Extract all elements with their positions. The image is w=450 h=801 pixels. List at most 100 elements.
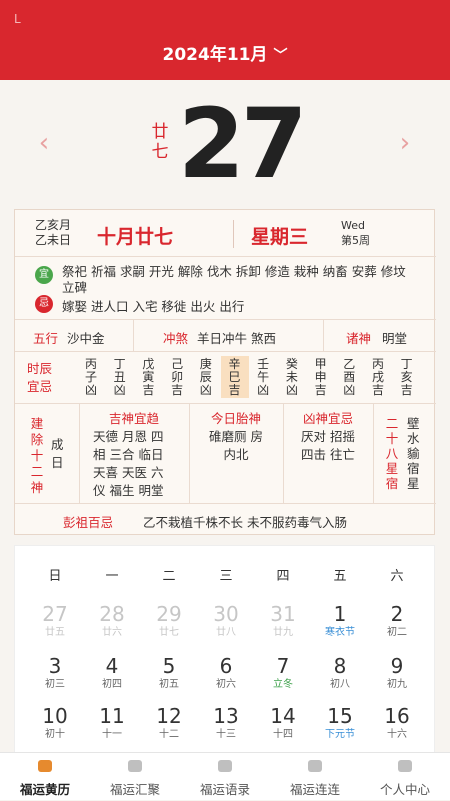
day-number: 16 [384, 704, 410, 728]
wuxing-label: 五行 [33, 331, 59, 346]
tab-5[interactable]: 个人中心 [360, 753, 450, 801]
calendar-day[interactable]: 29 廿七 [144, 602, 194, 640]
day-lunar-label: 十一 [102, 729, 122, 740]
shichen-hour: 庚辰凶 [192, 358, 220, 397]
calendar-day[interactable]: 30 廿八 [201, 602, 251, 640]
chevron-down-icon: ﹀ [273, 48, 288, 64]
lunar-date: 十月廿七 [97, 226, 174, 248]
day-number: 30 [213, 602, 239, 626]
ji-badge: 忌 [35, 295, 53, 313]
day-number: 8 [333, 654, 347, 678]
tab-2[interactable]: 福运汇聚 [90, 753, 180, 801]
shichen-row: 时辰 宜忌 丙子凶丁丑凶戊寅吉己卯吉庚辰凶辛巳吉壬午凶癸未凶甲申吉乙酉凶丙戌吉丁… [15, 352, 436, 404]
month-selector[interactable]: 2024年11月 ﹀ [0, 40, 450, 65]
shichen-label-line: 宜忌 [27, 379, 53, 394]
day-lunar-label: 廿九 [273, 627, 293, 638]
almanac-card: 乙亥月 乙未日 十月廿七 星期三 Wed 第5周 宜 祭祀 祈福 求嗣 开光 解… [14, 209, 436, 535]
calendar-day[interactable]: 5 初五 [144, 654, 194, 692]
prev-day-arrow-icon[interactable]: ‹ [33, 128, 55, 158]
yi-ji-row: 宜 祭祀 祈福 求嗣 开光 解除 伐木 拆卸 修造 栽种 纳畜 安葬 修坟 立碑… [15, 258, 436, 320]
day-lunar-label: 廿七 [159, 627, 179, 638]
shichen-hour-r: 吉 [171, 383, 184, 397]
calendar-day[interactable]: 6 初六 [201, 654, 251, 692]
calendar-day[interactable]: 2 初二 [372, 602, 422, 640]
big-day-number: 27 [178, 88, 308, 200]
jishen-line: 相 三合 临日 [93, 447, 164, 462]
weekday-en: Wed [341, 219, 365, 232]
chongsha-label: 冲煞 [163, 331, 189, 346]
xiongshen-list: 厌对 招摇 四击 往亡 [283, 428, 373, 464]
calendar-day[interactable]: 1 寒衣节 [315, 602, 365, 640]
jianchu-value: 成 日 [51, 436, 64, 472]
chongsha-value: 羊日冲牛 煞西 [197, 331, 276, 346]
bottom-tab-bar: 福运黄历 福运汇聚 福运语录 福运连连 个人中心 [0, 752, 450, 800]
jianchu-char: 建 [30, 416, 44, 431]
calendar-day[interactable]: 10 初十 [30, 704, 80, 742]
weekday-label: 二 [162, 569, 176, 584]
jianchu-char: 十 [30, 448, 44, 463]
jishen-line: 天喜 天医 六 [93, 465, 164, 480]
calendar-day[interactable]: 9 初九 [372, 654, 422, 692]
calendar-day[interactable]: 3 初三 [30, 654, 80, 692]
calendar-day[interactable]: 7 立冬 [258, 654, 308, 692]
xiu-label-char: 宿 [385, 476, 399, 491]
shichen-hour-r: 凶 [257, 383, 270, 397]
shichen-hour-r: 吉 [371, 383, 384, 397]
tab-3[interactable]: 福运语录 [180, 753, 270, 801]
xiu-char: 貐 [407, 446, 420, 461]
week-number: 第5周 [341, 234, 370, 247]
day-number: 9 [390, 654, 404, 678]
day-lunar-label: 十三 [216, 729, 236, 740]
day-lunar-label: 寒衣节 [325, 627, 355, 638]
xiongshen-line: 四击 往亡 [301, 447, 355, 462]
shichen-hour-r: 凶 [343, 383, 356, 397]
month-label: 2024年11月 [162, 45, 268, 65]
calendar-day[interactable]: 4 初四 [87, 654, 137, 692]
weekday-label: 五 [333, 569, 347, 584]
day-number: 15 [327, 704, 353, 728]
calendar-day[interactable]: 14 十四 [258, 704, 308, 742]
yi-badge: 宜 [35, 266, 53, 284]
calendar-day[interactable]: 15 下元节 [315, 704, 365, 742]
next-day-arrow-icon[interactable]: › [394, 128, 416, 158]
calendar-day[interactable]: 28 廿六 [87, 602, 137, 640]
calendar-day[interactable]: 11 十一 [87, 704, 137, 742]
calendar-day[interactable]: 27 廿五 [30, 602, 80, 640]
calendar-day[interactable]: 31 廿九 [258, 602, 308, 640]
calendar-day[interactable]: 13 十三 [201, 704, 251, 742]
user-icon [398, 760, 412, 772]
xiu-char: 水 [407, 431, 420, 446]
calendar-day[interactable]: 16 十六 [372, 704, 422, 742]
day-number: 27 [42, 602, 68, 626]
shichen-hour: 辛巳吉 [220, 356, 249, 398]
tab-label: 福运语录 [199, 782, 250, 797]
day-number: 11 [99, 704, 125, 728]
xiongshen-title: 凶神宜忌 [302, 411, 353, 426]
pengzu-label: 彭祖百忌 [63, 515, 114, 530]
shichen-hour-r: 吉 [142, 383, 155, 397]
divider [373, 404, 374, 504]
ganzhi-block: 乙亥月 乙未日 [35, 218, 71, 248]
day-number: 7 [276, 654, 290, 678]
calendar-day[interactable]: 12 十二 [144, 704, 194, 742]
shichen-hour: 丙戌吉 [364, 358, 392, 397]
jianchu-char: 二 [30, 464, 44, 479]
taishen-line: 碓磨厕 房 [209, 429, 263, 444]
day-lunar-label: 廿六 [102, 627, 122, 638]
day-lunar-label: 初八 [330, 679, 350, 690]
tab-label: 福运连连 [289, 782, 340, 797]
tab-1[interactable]: 福运黄历 [0, 753, 90, 801]
weekday-label: 一 [105, 569, 119, 584]
pengzu-value: 乙不栽植千株不长 未不服药毒气入肠 [143, 515, 347, 530]
day-number: 2 [390, 602, 404, 626]
lunar-day-vertical: 廿 七 [150, 122, 170, 162]
day-number: 1 [333, 602, 347, 626]
shichen-hour-r: 凶 [285, 383, 298, 397]
shichen-hour-r: 吉 [228, 383, 241, 397]
shichen-hour: 癸未凶 [278, 358, 306, 397]
tab-4[interactable]: 福运连连 [270, 753, 360, 801]
shichen-hour-r: 凶 [113, 383, 126, 397]
day-lunar-label: 十六 [387, 729, 407, 740]
day-number: 13 [213, 704, 239, 728]
calendar-day[interactable]: 8 初八 [315, 654, 365, 692]
